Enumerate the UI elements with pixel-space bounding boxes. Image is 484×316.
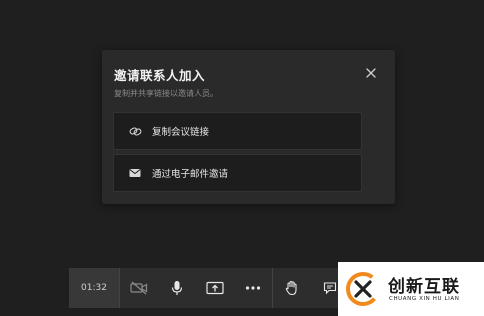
logo-pinyin: CHUANG XIN HU LIAN [389,296,460,302]
share-screen-icon [206,281,224,295]
close-icon [366,68,376,78]
copy-link-label: 复制会议链接 [152,127,210,138]
watermark-logo: 创新互联 CHUANG XIN HU LIAN [338,262,484,316]
call-timer: 01:32 [69,268,119,308]
logo-name: 创新互联 [388,277,460,297]
dialog-title: 邀请联系人加入 [114,68,206,83]
logo-mark-icon [346,272,380,306]
meeting-stage: 邀请联系人加入 复制并共享链接以邀请人员。 复制会议链接 通过电子邮件邀请 01… [0,0,484,316]
camera-toggle-button[interactable] [120,268,158,308]
more-icon [245,286,261,290]
email-invite-label: 通过电子邮件邀请 [152,169,229,180]
camera-off-icon [130,281,148,295]
chat-icon [323,282,337,295]
email-invite-button[interactable]: 通过电子邮件邀请 [113,154,362,192]
share-screen-button[interactable] [196,268,234,308]
raise-hand-icon [285,280,297,296]
raise-hand-button[interactable] [273,268,311,308]
close-button[interactable] [364,66,378,80]
copy-link-button[interactable]: 复制会议链接 [113,112,362,150]
microphone-icon [171,281,183,295]
microphone-button[interactable] [158,268,196,308]
mail-icon [128,166,142,180]
invite-dialog: 邀请联系人加入 复制并共享链接以邀请人员。 复制会议链接 通过电子邮件邀请 [102,50,395,204]
more-options-button[interactable] [234,268,272,308]
link-icon [128,124,142,138]
call-toolbar: 01:32 [69,268,369,308]
dialog-subtitle: 复制并共享链接以邀请人员。 [114,89,218,98]
